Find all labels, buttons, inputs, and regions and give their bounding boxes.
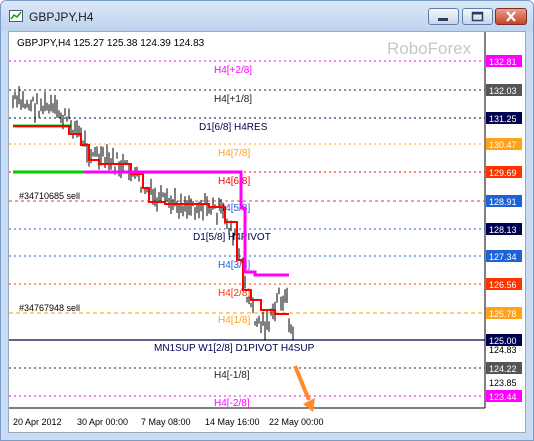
level-label: H4[1/8] (218, 315, 250, 326)
price-label: 130.47 (489, 140, 517, 150)
close-button[interactable] (495, 8, 527, 25)
level-label: H4[+2/8] (214, 65, 252, 76)
price-label: 126.56 (489, 280, 517, 290)
time-label: 7 May 08:00 (141, 417, 191, 427)
price-label: 132.81 (489, 57, 517, 67)
price-label: 124.83 (489, 345, 517, 355)
chart-window: GBPJPY,H4 GBPJPY,H4 125.27 125.38 124.39… (0, 0, 534, 441)
level-label: H4[+1/8] (214, 94, 252, 105)
time-label: 20 Apr 2012 (13, 417, 62, 427)
magenta-trend-line (84, 170, 289, 277)
price-label: 132.03 (489, 86, 517, 96)
watermark: RoboForex (387, 39, 472, 58)
time-label: 30 Apr 00:00 (77, 417, 128, 427)
level-label: D1[6/8] H4RES (199, 122, 268, 133)
maximize-button[interactable] (462, 8, 493, 25)
price-label: 124.22 (489, 364, 517, 374)
chart-area[interactable]: GBPJPY,H4 125.27 125.38 124.39 124.83 Ro… (8, 31, 526, 433)
time-label: 14 May 16:00 (205, 417, 260, 427)
level-label: H4[-2/8] (214, 398, 250, 409)
price-chart[interactable]: GBPJPY,H4 125.27 125.38 124.39 124.83 Ro… (9, 32, 525, 432)
price-label: 125.78 (489, 309, 517, 319)
close-icon (506, 11, 516, 22)
level-label: D1[5/8] H4PIVOT (193, 232, 271, 243)
price-label: 127.34 (489, 252, 517, 262)
level-label: H4[6/8] (218, 176, 250, 187)
price-label: 128.91 (489, 197, 517, 207)
level-label: H4[-1/8] (214, 370, 250, 381)
price-label: 131.25 (489, 114, 517, 124)
level-labels: H4[+2/8] H4[+1/8] D1[6/8] H4RES H4[7/8] … (154, 65, 315, 409)
maximize-icon (471, 11, 484, 22)
minimize-icon (438, 18, 448, 21)
window-title: GBPJPY,H4 (29, 10, 94, 24)
minimize-button[interactable] (428, 8, 459, 25)
title-bar[interactable]: GBPJPY,H4 (1, 1, 533, 31)
order-label: #34767948 sell (19, 303, 80, 313)
price-label: 123.44 (489, 392, 517, 402)
time-axis: 20 Apr 2012 30 Apr 00:00 7 May 08:00 14 … (13, 417, 324, 427)
forecast-arrow-icon (293, 365, 315, 412)
level-label: MN1SUP W1[2/8] D1PIVOT H4SUP (154, 343, 315, 354)
level-label: H4[7/8] (218, 148, 250, 159)
order-label: #34710685 sell (19, 191, 80, 201)
price-label: 129.69 (489, 168, 517, 178)
price-label: 123.85 (489, 378, 517, 388)
price-axis: 132.81 132.03 131.25 130.47 129.69 128.91 128.… (486, 55, 522, 402)
price-label: 128.13 (489, 225, 517, 235)
chart-header: GBPJPY,H4 125.27 125.38 124.39 124.83 (17, 38, 205, 49)
chart-icon (9, 10, 23, 22)
time-label: 22 May 00:00 (269, 417, 324, 427)
